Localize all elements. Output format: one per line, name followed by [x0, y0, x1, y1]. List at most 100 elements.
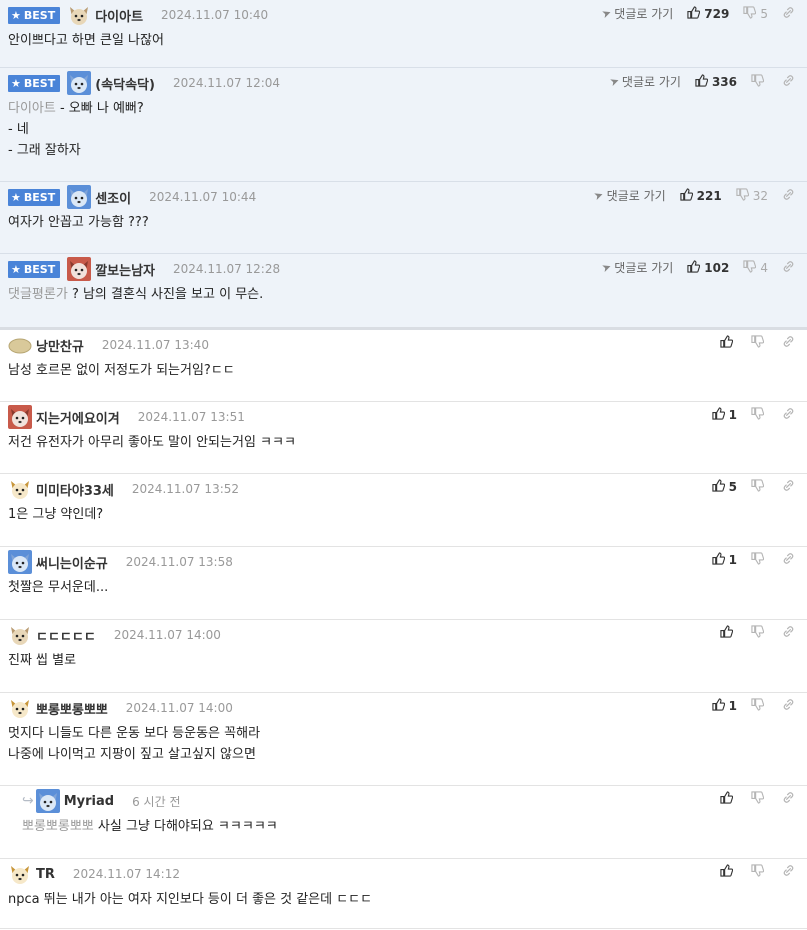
reply-comment: ↪ Myriad 6 시간 전 뽀롱뽀롱뽀뽀 사실 그냥 다해야되요 ㅋㅋㅋㅋㅋ [0, 786, 807, 859]
avatar[interactable] [8, 477, 32, 501]
mention-link[interactable]: 댓글평론가 [8, 287, 68, 302]
avatar[interactable] [67, 257, 92, 281]
avatar[interactable] [67, 185, 92, 209]
comment-body: 첫짤은 무서운데... [8, 577, 799, 598]
comment-actions: 1 [712, 407, 799, 423]
dislike-button[interactable] [751, 73, 768, 90]
nickname[interactable]: 센조이 [95, 188, 131, 207]
nickname[interactable]: 뽀롱뽀롱뽀뽀 [36, 699, 108, 718]
comment-actions: ➤ 댓글로 가기 729 5 [600, 5, 799, 22]
comment-line: npca 뛰는 내가 아는 여자 지인보다 등이 더 좋은 것 같은데 ㄷㄷㄷ [8, 889, 799, 910]
like-button[interactable]: 1 [712, 552, 737, 568]
avatar[interactable] [8, 623, 32, 647]
avatar[interactable] [8, 333, 32, 357]
nickname[interactable]: 다이아트 [95, 6, 143, 25]
thumbs-down-icon [751, 73, 768, 90]
dislike-button[interactable]: 4 [743, 259, 768, 276]
thumbs-up-icon [720, 864, 737, 880]
copy-link-button[interactable] [782, 791, 799, 807]
dislike-button[interactable] [751, 407, 768, 423]
dislike-button[interactable] [751, 864, 768, 880]
like-button[interactable] [720, 625, 737, 641]
copy-link-button[interactable] [782, 552, 799, 568]
copy-link-button[interactable] [782, 698, 799, 714]
thumbs-up-icon [680, 187, 697, 204]
dislike-button[interactable] [751, 335, 768, 351]
comment-line: 저건 유전자가 아무리 좋아도 말이 안되는거임 ㅋㅋㅋ [8, 432, 799, 453]
nickname[interactable]: 써니는이순규 [36, 553, 108, 572]
dislike-button[interactable] [751, 791, 768, 807]
thumbs-down-icon [751, 698, 768, 714]
avatar[interactable] [35, 789, 60, 813]
copy-link-button[interactable] [782, 260, 799, 276]
nickname[interactable]: 지는거에요이겨 [36, 408, 120, 427]
copy-link-button[interactable] [782, 188, 799, 204]
dislike-button[interactable] [751, 698, 768, 714]
like-button[interactable]: 336 [695, 73, 737, 90]
copy-link-button[interactable] [782, 335, 799, 351]
comment-line: 나중에 나이먹고 지팡이 짚고 살고싶지 않으면 [8, 744, 799, 765]
thumbs-down-icon [743, 259, 760, 276]
like-button[interactable]: 1 [712, 407, 737, 423]
thumbs-down-icon [751, 479, 768, 495]
copy-link-button[interactable] [782, 6, 799, 22]
goto-comment-link[interactable]: ➤ 댓글로 가기 [608, 73, 681, 90]
avatar[interactable] [8, 696, 32, 720]
nickname[interactable]: ㄷㄷㄷㄷㄷ [36, 626, 96, 645]
like-button[interactable] [720, 864, 737, 880]
mention-link[interactable]: 뽀롱뽀롱뽀뽀 [22, 819, 94, 834]
comment-actions [720, 791, 799, 807]
comment-header: ㄷㄷㄷㄷㄷ 2024.11.07 14:00 [8, 620, 799, 650]
thumbs-up-icon [720, 625, 737, 641]
copy-link-button[interactable] [782, 74, 799, 90]
dislike-button[interactable] [751, 552, 768, 568]
avatar[interactable] [67, 3, 91, 27]
like-button[interactable]: 729 [687, 5, 729, 22]
goto-comment-link[interactable]: ➤ 댓글로 가기 [600, 259, 673, 276]
avatar[interactable] [8, 862, 32, 886]
link-icon [782, 74, 799, 90]
thumbs-down-icon [736, 187, 753, 204]
comment-header: 지는거에요이겨 2024.11.07 13:51 [8, 402, 799, 432]
goto-comment-link[interactable]: ➤ 댓글로 가기 [600, 5, 673, 22]
comment-body: npca 뛰는 내가 아는 여자 지인보다 등이 더 좋은 것 같은데 ㄷㄷㄷ [8, 889, 799, 910]
dislike-button[interactable] [751, 479, 768, 495]
comment-actions: 1 [712, 698, 799, 714]
nickname[interactable]: TR [36, 867, 55, 882]
nickname[interactable]: 미미타야33세 [36, 480, 114, 499]
comment-text: 나중에 나이먹고 지팡이 짚고 살고싶지 않으면 [8, 747, 256, 762]
comment-text: 저건 유전자가 아무리 좋아도 말이 안되는거임 ㅋㅋㅋ [8, 435, 296, 450]
mention-link[interactable]: 다이아트 [8, 101, 56, 116]
comment-header: TR 2024.11.07 14:12 [8, 859, 799, 889]
dislike-button[interactable] [751, 625, 768, 641]
avatar[interactable] [8, 550, 32, 574]
nickname[interactable]: 깔보는남자 [95, 260, 155, 279]
goto-comment-link[interactable]: ➤ 댓글로 가기 [592, 187, 665, 204]
nickname[interactable]: 낭만찬규 [36, 336, 84, 355]
avatar[interactable] [67, 71, 92, 95]
comment-text: 1은 그냥 약인데? [8, 507, 104, 522]
copy-link-button[interactable] [782, 864, 799, 880]
goto-label: 댓글로 가기 [621, 75, 681, 89]
nickname[interactable]: Myriad [64, 794, 114, 809]
best-comment: ★ BEST 센조이 2024.11.07 10:44 여자가 안꼽고 가능함 ???… [0, 182, 807, 254]
dislike-button[interactable]: 5 [743, 5, 768, 22]
like-button[interactable]: 1 [712, 698, 737, 714]
like-button[interactable] [720, 791, 737, 807]
comment: ㄷㄷㄷㄷㄷ 2024.11.07 14:00 진짜 씹 별로 [0, 620, 807, 693]
comment: 뽀롱뽀롱뽀뽀 2024.11.07 14:00 멋지다 니들도 다른 운동 보다 등… [0, 693, 807, 786]
like-button[interactable]: 102 [687, 259, 729, 276]
nickname[interactable]: (속닥속닥) [95, 74, 155, 93]
comment-header: 낭만찬규 2024.11.07 13:40 [8, 330, 799, 360]
like-button[interactable] [720, 335, 737, 351]
avatar[interactable] [8, 405, 32, 429]
thumbs-up-icon [695, 73, 712, 90]
copy-link-button[interactable] [782, 479, 799, 495]
thumbs-up-icon [712, 407, 729, 423]
dislike-button[interactable]: 32 [736, 187, 768, 204]
copy-link-button[interactable] [782, 625, 799, 641]
like-button[interactable]: 221 [680, 187, 722, 204]
like-button[interactable]: 5 [712, 479, 737, 495]
link-icon [782, 791, 799, 807]
copy-link-button[interactable] [782, 407, 799, 423]
